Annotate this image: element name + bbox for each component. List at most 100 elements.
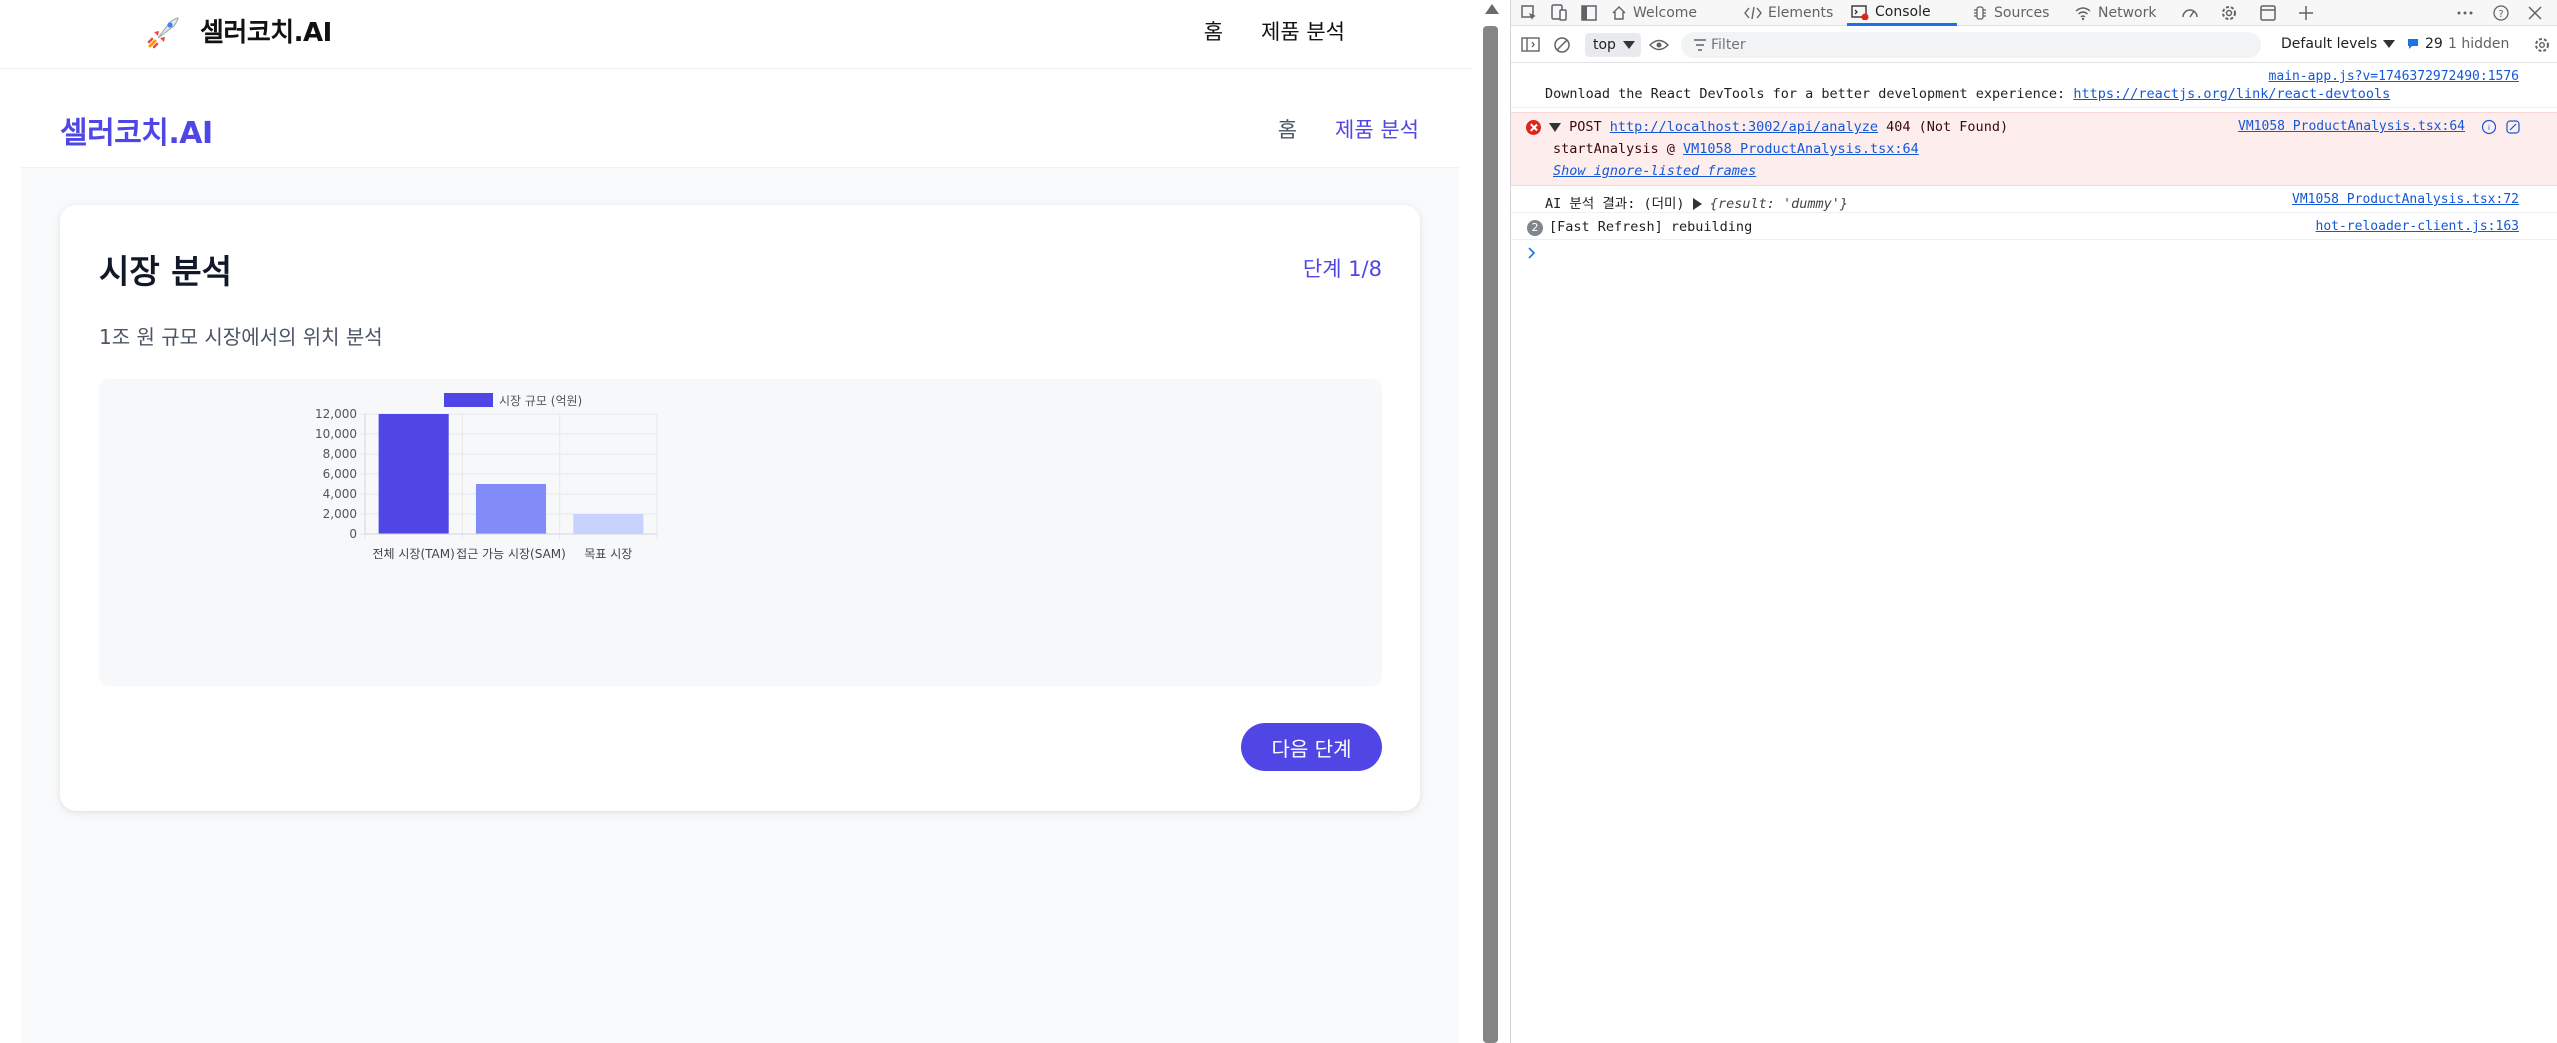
x-tick-label: 목표 시장 [584,547,632,561]
console-error-message: VM1058 ProductAnalysis.tsx:64 i POST htt… [1511,112,2557,186]
devtools-tab-bar: Welcome Elements Console Sources Network [1511,0,2557,26]
next-step-button[interactable]: 다음 단계 [1241,723,1382,771]
sources-icon [1974,6,1986,20]
tab-sources[interactable]: Sources [1972,0,2049,26]
bar-0 [378,414,449,534]
filter-input[interactable] [1711,34,2251,56]
code-brackets-icon [1744,6,1762,20]
error-source-link[interactable]: VM1058 ProductAnalysis.tsx:64 [2238,119,2465,134]
tab-welcome[interactable]: Welcome [1611,0,1697,26]
log-levels-dropdown[interactable]: Default levels [2281,36,2396,52]
message-source-link[interactable]: main-app.js?v=1746372972490:1576 [2269,69,2519,84]
embedded-app-frame: 셀러코치.AI 홈 제품 분석 시장 분석 단계 1/8 1조 원 규모 시장에… [21,70,1459,1043]
help-icon[interactable]: ? [2491,3,2511,23]
chart-svg: 0 2,000 4,000 6,000 8,000 10,000 12,000 전체 시장(T… [315,393,658,561]
error-url-link[interactable]: http://localhost:3002/api/analyze [1610,119,1878,135]
tab-sources-label: Sources [1994,5,2050,21]
repeat-count-badge: 2 [1527,220,1543,236]
rocket-icon [147,17,179,49]
stack-frame: startAnalysis @ VM1058 ProductAnalysis.t… [1553,141,1919,157]
top-nav-product-analysis-link[interactable]: 제품 분석 [1261,16,1345,46]
console-icon [1851,4,1869,20]
inner-nav: 홈 제품 분석 [1278,114,1419,144]
tab-network[interactable]: Network [2074,0,2156,26]
stack-frame-link[interactable]: VM1058 ProductAnalysis.tsx:64 [1683,141,1919,157]
page-scrollbar[interactable] [1473,0,1512,1043]
console-filter [1681,32,2261,58]
filter-icon [1694,39,1706,51]
sidebar-toggle-icon[interactable] [1521,36,1541,54]
copilot-icon[interactable] [2505,119,2521,135]
logged-object[interactable]: {result: 'dummy'} [1710,196,1848,212]
error-line[interactable]: POST http://localhost:3002/api/analyze 4… [1549,119,2008,135]
screen: 셀러코치.AI 홈 제품 분석 셀러코치.AI 홈 제품 분석 시장 분석 단계… [0,0,2557,1043]
close-icon[interactable] [2525,3,2545,23]
tab-console[interactable]: Console [1847,0,1957,26]
settings-gear-icon[interactable] [2533,36,2551,54]
y-tick-label: 6,000 [323,467,357,481]
console-toolbar: top Default levels 29 1 hidden [1511,27,2557,63]
top-navbar: 셀러코치.AI 홈 제품 분석 [0,0,1473,69]
inner-nav-product-analysis-link[interactable]: 제품 분석 [1335,114,1419,144]
context-selector-value: top [1593,37,1616,53]
bar-1 [475,484,547,534]
top-nav: 홈 제품 분석 [1204,16,1345,46]
top-nav-home-link[interactable]: 홈 [1204,16,1223,46]
y-tick-label: 4,000 [323,487,357,501]
plus-icon[interactable] [2296,3,2316,23]
message-source-link[interactable]: VM1058 ProductAnalysis.tsx:72 [2292,192,2519,207]
error-icon [1526,120,1541,135]
chevron-down-icon [1623,41,1635,49]
error-method: POST [1569,119,1602,135]
hidden-count[interactable]: 1 hidden [2448,36,2509,52]
legend-label: 시장 규모 (억원) [499,394,582,408]
more-options-icon[interactable] [2455,3,2475,23]
tab-elements[interactable]: Elements [1744,0,1833,26]
scrollbar-thumb[interactable] [1483,26,1498,1043]
message-source-link[interactable]: hot-reloader-client.js:163 [2316,219,2520,234]
message-count: 29 [2425,36,2443,52]
tab-console-label: Console [1875,3,1931,20]
ignore-listed-frames[interactable]: Show ignore-listed frames [1553,163,1756,179]
expand-triangle-icon[interactable] [1549,122,1561,132]
console-output: main-app.js?v=1746372972490:1576 Downloa… [1511,64,2557,266]
gear-icon[interactable] [2219,3,2239,23]
home-icon [1612,6,1626,20]
message-text: AI 분석 결과: (더미) {result: 'dummy'} [1545,192,1848,212]
inner-brand-logo[interactable]: 셀러코치.AI [60,108,213,152]
bar-2 [573,514,644,534]
svg-text:?: ? [2498,9,2503,20]
tab-elements-label: Elements [1768,5,1834,21]
market-size-chart: 0 2,000 4,000 6,000 8,000 10,000 12,000 전체 시장(T… [99,379,1382,686]
error-status: 404 (Not Found) [1886,119,2009,135]
card-title: 시장 분석 [99,252,232,291]
wifi-icon [2075,7,2091,21]
scroll-up-arrow-icon[interactable] [1485,4,1499,14]
inspect-element-icon[interactable] [1519,3,1539,23]
ai-explain-icon[interactable]: i [2481,119,2497,135]
application-panel-icon[interactable] [2258,3,2278,23]
console-message: main-app.js?v=1746372972490:1576 Downloa… [1511,64,2557,108]
expand-object-triangle-icon[interactable] [1692,198,1702,210]
device-emulation-icon[interactable] [1549,3,1569,23]
eye-icon[interactable] [1649,37,1669,53]
show-ignore-listed-frames-link[interactable]: Show ignore-listed frames [1553,163,1756,179]
dock-side-icon[interactable] [1579,3,1599,23]
top-brand-logo[interactable]: 셀러코치.AI [200,12,332,49]
message-body: Download the React DevTools for a better… [1545,86,2074,102]
app-viewport: 셀러코치.AI 홈 제품 분석 셀러코치.AI 홈 제품 분석 시장 분석 단계… [0,0,1473,1043]
prompt-chevron-icon [1528,247,1536,259]
react-devtools-link[interactable]: https://reactjs.org/link/react-devtools [2073,86,2390,102]
legend-swatch [444,393,493,407]
console-prompt[interactable] [1511,240,2557,266]
performance-icon[interactable] [2180,3,2200,23]
inner-nav-home-link[interactable]: 홈 [1278,114,1297,144]
step-indicator: 단계 1/8 [1302,257,1382,281]
clear-console-icon[interactable] [1553,36,1571,54]
y-tick-label: 12,000 [315,407,357,421]
message-text: Download the React DevTools for a better… [1545,86,2390,102]
message-count-badge[interactable]: 29 [2406,36,2443,52]
y-tick-label: 10,000 [315,427,357,441]
context-selector[interactable]: top [1585,33,1641,57]
log-levels-label: Default levels [2281,36,2378,52]
